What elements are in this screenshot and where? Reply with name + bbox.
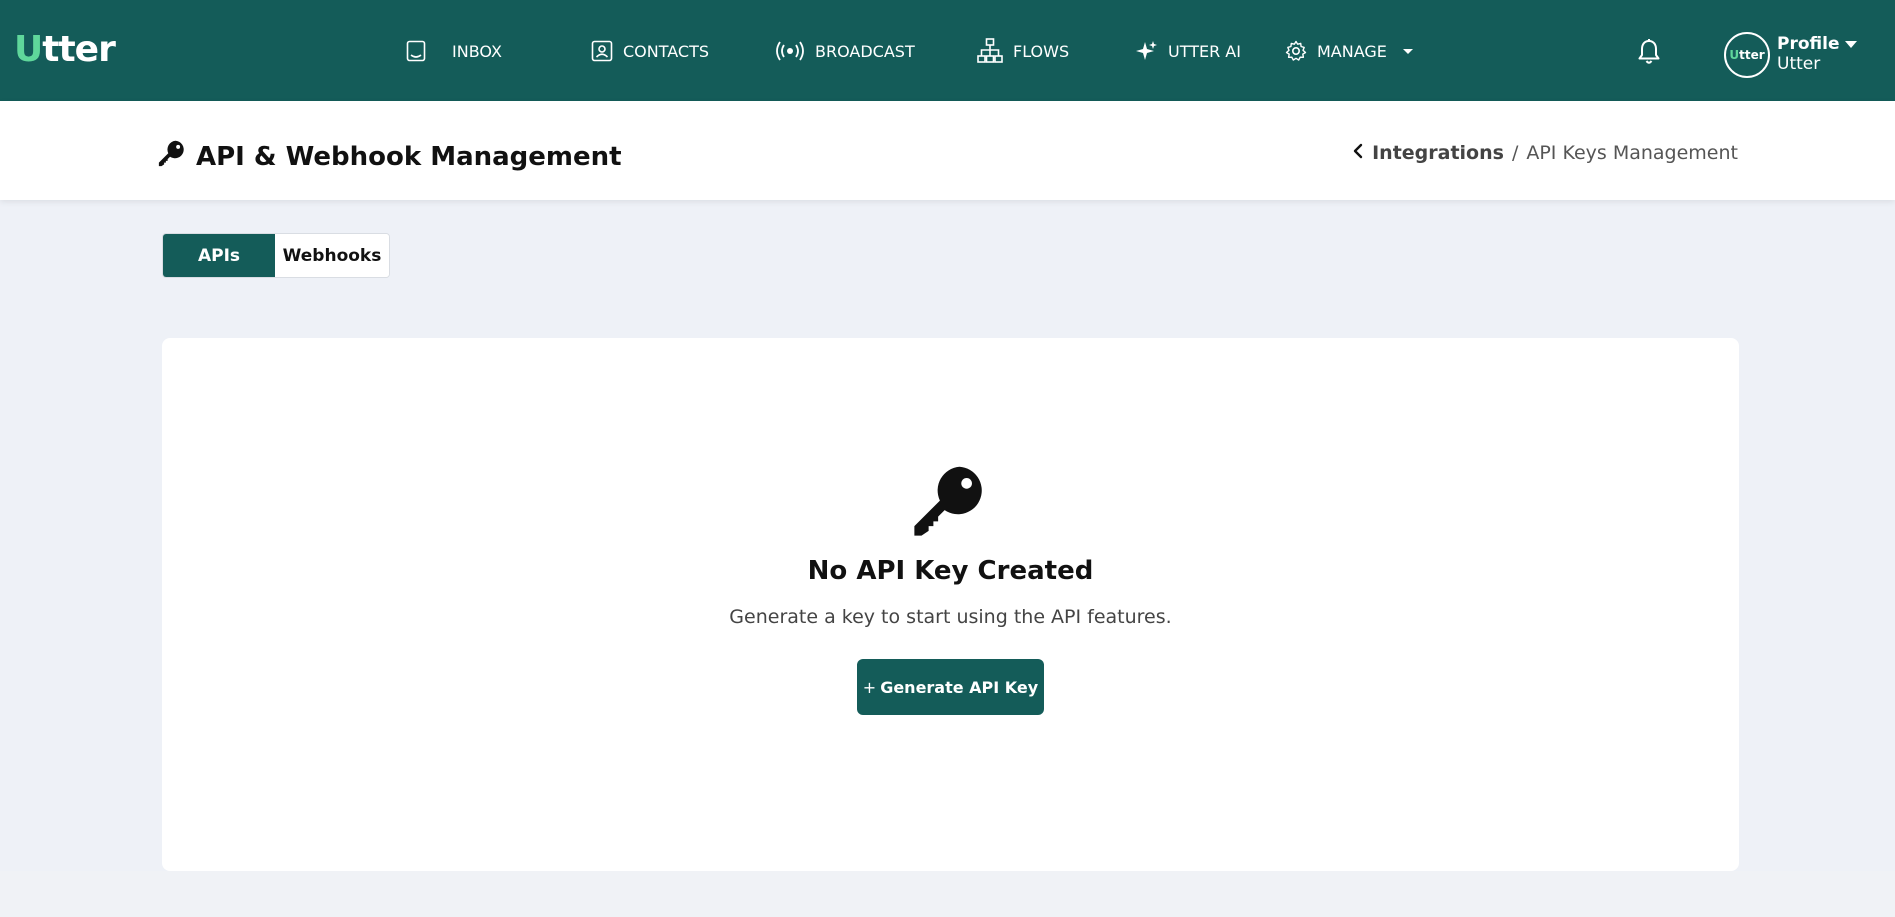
chevron-left-icon[interactable]	[1352, 142, 1364, 164]
empty-state-card: No API Key Created Generate a key to sta…	[162, 338, 1739, 871]
page-title-text: API & Webhook Management	[196, 141, 622, 172]
nav-item-label: BROADCAST	[815, 41, 915, 61]
utter-logo[interactable]: Utter	[14, 30, 116, 70]
flows-icon	[977, 38, 1003, 64]
nav-item-flows[interactable]: FLOWS	[977, 36, 1069, 66]
page-title: API & Webhook Management	[158, 139, 622, 174]
nav-item-manage[interactable]: MANAGE	[1285, 36, 1413, 66]
profile-subtitle: Utter	[1777, 54, 1821, 74]
empty-state-subtitle: Generate a key to start using the API fe…	[729, 606, 1172, 628]
tab-webhooks[interactable]: Webhooks	[275, 234, 389, 277]
nav-item-label: MANAGE	[1317, 41, 1387, 61]
breadcrumb-link-integrations[interactable]: Integrations	[1372, 142, 1504, 164]
avatar[interactable]: Utter	[1724, 32, 1770, 78]
top-navigation-bar: Utter INBOX CONTACTS BROADCAST FLOWS UTT…	[0, 0, 1895, 101]
profile-title-row: Profile	[1777, 34, 1858, 54]
breadcrumb: Integrations / API Keys Management	[1352, 142, 1738, 164]
chevron-down-icon	[1845, 40, 1858, 48]
breadcrumb-current: API Keys Management	[1526, 142, 1738, 164]
gear-icon	[1285, 40, 1307, 62]
sparkles-icon	[1136, 40, 1158, 62]
breadcrumb-separator: /	[1511, 142, 1519, 164]
key-icon	[158, 139, 186, 174]
inbox-icon	[406, 40, 426, 62]
nav-item-contacts[interactable]: CONTACTS	[591, 36, 709, 66]
nav-item-utter-ai[interactable]: UTTER AI	[1136, 36, 1241, 66]
nav-item-inbox[interactable]: INBOX	[406, 36, 502, 66]
nav-item-broadcast[interactable]: BROADCAST	[775, 36, 915, 66]
page-header: API & Webhook Management Integrations / …	[0, 101, 1895, 200]
profile-title: Profile	[1777, 34, 1840, 54]
nav-item-label: CONTACTS	[623, 41, 710, 61]
broadcast-icon	[775, 41, 805, 61]
key-icon	[912, 462, 988, 542]
generate-api-key-button[interactable]: + Generate API Key	[857, 659, 1044, 715]
tab-group: APIs Webhooks	[162, 233, 390, 278]
contact-card-icon	[591, 40, 613, 62]
notifications-button[interactable]	[1636, 38, 1662, 66]
empty-state-title: No API Key Created	[807, 556, 1094, 586]
generate-api-key-label: Generate API Key	[880, 677, 1039, 697]
nav-item-label: UTTER AI	[1168, 41, 1241, 61]
tab-apis[interactable]: APIs	[163, 234, 275, 277]
plus-icon: +	[862, 677, 877, 697]
profile-menu[interactable]: Profile Utter	[1777, 34, 1858, 74]
chevron-down-icon	[1402, 48, 1413, 54]
page-footer-area	[0, 871, 1895, 917]
nav-item-label: FLOWS	[1013, 41, 1070, 61]
bell-icon	[1636, 39, 1662, 70]
nav-item-label: INBOX	[452, 41, 502, 61]
